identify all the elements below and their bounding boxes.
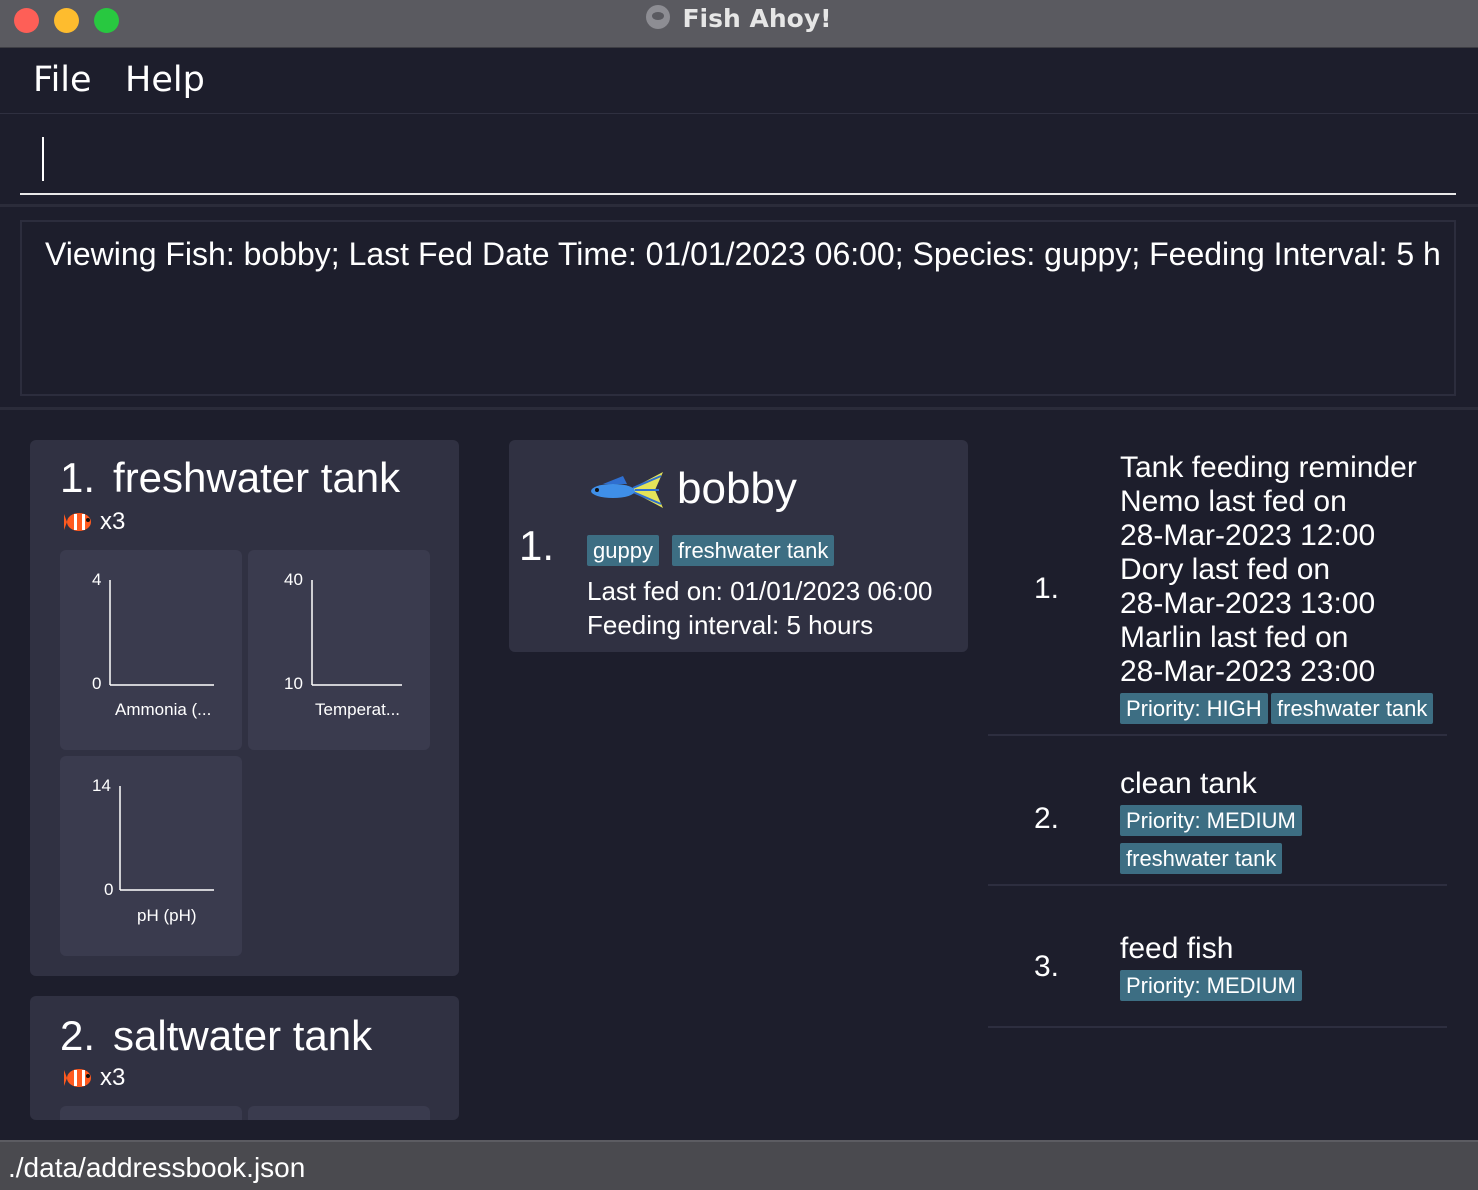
task-line: clean tank (1120, 767, 1257, 800)
guppy-icon (591, 472, 663, 508)
tank-title: 2. saltwater tank (60, 1012, 372, 1060)
ammonia-ymax-label: 4 (92, 570, 102, 589)
task-index: 1. (1034, 572, 1060, 605)
task-item[interactable]: 2. clean tank Priority: MEDIUM freshwate… (988, 736, 1447, 886)
tank-tag: freshwater tank (672, 535, 835, 566)
tank-card[interactable]: 1. freshwater tank x3 4 0 Ammonia (... 40… (30, 440, 459, 976)
status-bar: ./data/addressbook.json (0, 1140, 1478, 1190)
ammonia-axis-label: Ammonia (... (115, 700, 212, 719)
task-item[interactable]: 1. Tank feeding reminder Nemo last fed o… (988, 440, 1447, 736)
task-line: Marlin last fed on (1120, 621, 1349, 654)
data-file-path: ./data/addressbook.json (8, 1152, 306, 1183)
ammonia-ymin-label: 0 (92, 674, 102, 693)
window-title-text: Fish Ahoy! (682, 4, 832, 33)
temperature-ymin-label: 10 (284, 674, 303, 693)
clownfish-icon (64, 1069, 91, 1087)
task-description: clean tank (1120, 767, 1257, 801)
task-line: Dory last fed on (1120, 553, 1331, 586)
species-tag: guppy (587, 535, 659, 566)
priority-tag: Priority: MEDIUM (1120, 805, 1302, 836)
command-input[interactable] (20, 125, 1456, 195)
task-line: 28-Mar-2023 23:00 (1120, 655, 1376, 688)
temperature-ymax-label: 40 (284, 570, 303, 589)
tank-chart-partial (248, 1106, 430, 1120)
tank-card[interactable]: 2. saltwater tank x3 (30, 996, 459, 1120)
ph-axis-label: pH (pH) (137, 906, 197, 925)
menu-file[interactable]: File (33, 60, 92, 100)
window-title: Fish Ahoy! (0, 4, 1478, 33)
task-description: feed fish (1120, 932, 1233, 966)
task-line: 28-Mar-2023 13:00 (1120, 587, 1376, 620)
ph-ymin-label: 0 (104, 880, 114, 899)
menu-help[interactable]: Help (125, 60, 205, 100)
tank-title: 1. freshwater tank (60, 454, 400, 502)
fish-card[interactable]: 1. bobby guppy freshwater tank Last fed … (509, 440, 968, 652)
tank-index: 1. (60, 454, 96, 501)
clownfish-icon (64, 513, 91, 531)
ph-ymax-label: 14 (92, 776, 111, 795)
result-text: Viewing Fish: bobby; Last Fed Date Time:… (45, 236, 1441, 272)
app-icon (646, 5, 671, 29)
result-display: Viewing Fish: bobby; Last Fed Date Time:… (0, 210, 1478, 410)
fish-last-fed: Last fed on: 01/01/2023 06:00 (587, 576, 933, 606)
result-text-area[interactable]: Viewing Fish: bobby; Last Fed Date Time:… (20, 220, 1456, 396)
command-box (0, 115, 1478, 207)
task-item[interactable]: 3. feed fish Priority: MEDIUM (988, 886, 1447, 1028)
menu-bar: File Help (0, 48, 1478, 114)
tank-name: saltwater tank (113, 1012, 373, 1059)
task-description: Tank feeding reminder Nemo last fed on 2… (1120, 451, 1417, 689)
temperature-chart-axes (311, 580, 402, 686)
task-index: 3. (1034, 950, 1060, 983)
fish-index: 1. (519, 522, 555, 569)
tank-index: 2. (60, 1012, 96, 1059)
ph-chart: 14 0 pH (pH) (60, 756, 242, 956)
fish-feeding-interval: Feeding interval: 5 hours (587, 610, 874, 640)
ammonia-chart: 4 0 Ammonia (... (60, 550, 242, 750)
ph-chart-axes (119, 786, 214, 891)
fish-count-text: x3 (100, 508, 126, 535)
priority-tag: Priority: MEDIUM (1120, 970, 1302, 1001)
priority-tag: Priority: HIGH (1120, 693, 1268, 724)
tank-chart-partial (60, 1106, 242, 1120)
tank-fish-count: x3 (64, 508, 125, 536)
task-index: 2. (1034, 802, 1060, 835)
task-line: Tank feeding reminder (1120, 451, 1417, 484)
tank-tag: freshwater tank (1120, 843, 1283, 874)
temperature-chart: 40 10 Temperat... (248, 550, 430, 750)
task-line: Nemo last fed on (1120, 485, 1347, 518)
ammonia-chart-axes (109, 580, 214, 686)
tank-name: freshwater tank (113, 454, 401, 501)
fish-count-text: x3 (100, 1064, 126, 1091)
fish-name: bobby (677, 464, 797, 513)
tank-tag: freshwater tank (1271, 693, 1434, 724)
task-line: feed fish (1120, 932, 1234, 965)
temperature-axis-label: Temperat... (315, 700, 401, 719)
tank-fish-count: x3 (64, 1064, 125, 1092)
text-caret (42, 137, 44, 181)
title-bar: Fish Ahoy! (0, 0, 1478, 48)
task-line: 28-Mar-2023 12:00 (1120, 519, 1376, 552)
